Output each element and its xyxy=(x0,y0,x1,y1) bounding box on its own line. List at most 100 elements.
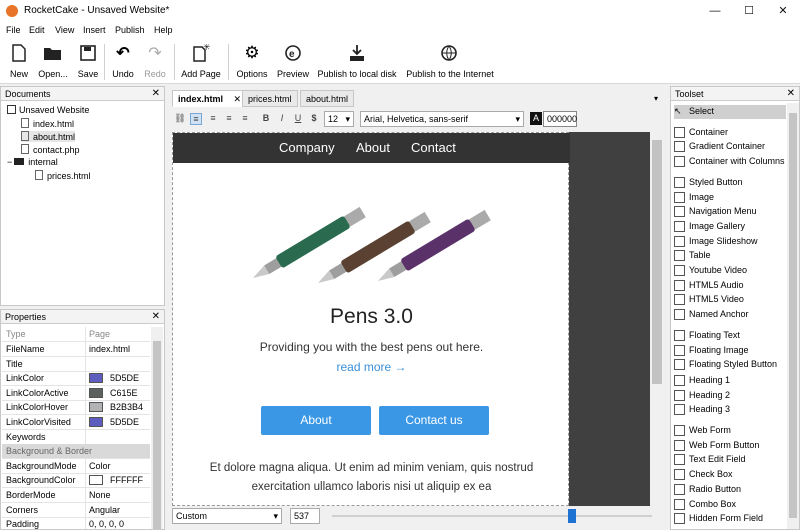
tab-list-icon[interactable]: ▾ xyxy=(654,94,658,103)
text-color-value[interactable]: 000000 xyxy=(543,111,577,127)
maximize-icon[interactable]: ☐ xyxy=(732,0,766,22)
color-swatch[interactable] xyxy=(89,402,103,413)
properties-scrollbar[interactable] xyxy=(151,327,163,529)
property-row[interactable]: BorderMode None xyxy=(2,488,150,503)
add-page-button[interactable]: ✳ Add Page xyxy=(180,42,222,82)
menu-insert[interactable]: Insert xyxy=(83,25,106,35)
tool-label: Image Slideshow xyxy=(689,235,758,246)
design-canvas[interactable]: Company About Contact Pens 3.0 Providing… xyxy=(172,132,650,506)
youtube-video-icon xyxy=(674,265,685,276)
menu-edit[interactable]: Edit xyxy=(29,25,45,35)
close-icon[interactable]: ✕ xyxy=(152,311,160,322)
property-row[interactable]: Padding 0, 0, 0, 0 xyxy=(2,517,150,530)
toolset-scrollbar[interactable] xyxy=(787,103,799,529)
property-value[interactable]: 5D5DE xyxy=(110,373,139,383)
property-row[interactable]: LinkColorHover B2B3B4 xyxy=(2,400,150,416)
color-swatch[interactable] xyxy=(89,475,103,486)
italic-icon[interactable]: I xyxy=(276,113,288,125)
property-row[interactable]: LinkColorActive C615E xyxy=(2,385,150,401)
menu-file[interactable]: File xyxy=(6,25,21,35)
canvas-scrollbar[interactable] xyxy=(650,132,664,506)
property-value[interactable]: None xyxy=(89,490,111,500)
page-preview[interactable]: Company About Contact Pens 3.0 Providing… xyxy=(172,132,570,506)
property-value[interactable]: 0, 0, 0, 0 xyxy=(89,519,124,529)
width-slider-track[interactable] xyxy=(332,515,652,517)
property-value[interactable]: index.html xyxy=(89,344,130,354)
link-icon[interactable]: ⛓ xyxy=(174,113,186,125)
color-swatch[interactable] xyxy=(89,417,103,427)
redo-button[interactable]: ↷ Redo xyxy=(142,42,168,82)
property-row[interactable]: FileName index.html xyxy=(2,342,150,357)
font-size-select[interactable]: 12 ▾ xyxy=(324,111,354,127)
body-paragraph[interactable]: Et dolore magna aliqua. Ut enim ad minim… xyxy=(193,459,550,497)
property-value[interactable]: B2B3B4 xyxy=(110,402,143,412)
menu-publish[interactable]: Publish xyxy=(115,25,145,35)
nav-link-contact[interactable]: Contact xyxy=(411,140,456,155)
tree-item-page[interactable]: about.html xyxy=(21,131,76,142)
property-row[interactable]: Title xyxy=(2,356,150,372)
save-button[interactable]: Save xyxy=(76,42,100,82)
color-swatch[interactable] xyxy=(89,373,103,384)
align-left-icon[interactable]: ≡ xyxy=(190,113,202,125)
property-row[interactable]: LinkColorVisited 5D5DE xyxy=(2,415,150,430)
toolbar-separator xyxy=(228,44,229,80)
nav-link-company[interactable]: Company xyxy=(279,140,335,155)
tree-item-page[interactable]: prices.html xyxy=(35,170,91,181)
publish-local-button[interactable]: Publish to local disk xyxy=(316,42,398,82)
property-key: Padding xyxy=(6,519,40,530)
tab-index[interactable]: index.html ✕ xyxy=(172,90,248,107)
nav-link-about[interactable]: About xyxy=(356,140,390,155)
property-value[interactable]: Angular xyxy=(89,505,120,515)
publish-internet-button[interactable]: Publish to the Internet xyxy=(404,42,496,82)
preview-button[interactable]: e Preview xyxy=(276,42,310,82)
about-button[interactable]: About xyxy=(261,406,371,435)
width-slider-handle[interactable] xyxy=(568,509,576,523)
view-mode-select[interactable]: Custom ▾ xyxy=(172,508,282,524)
close-icon[interactable]: ✕ xyxy=(787,88,795,99)
expand-toggle-icon[interactable]: − xyxy=(7,157,12,167)
menu-help[interactable]: Help xyxy=(154,25,173,35)
read-more-link[interactable]: read more → xyxy=(173,360,570,374)
close-icon[interactable]: ✕ xyxy=(766,0,800,22)
font-family-select[interactable]: Arial, Helvetica, sans-serif ▾ xyxy=(360,111,524,127)
pens-image[interactable] xyxy=(243,193,503,288)
property-value[interactable]: Color xyxy=(89,461,111,471)
align-right-icon[interactable]: ≡ xyxy=(223,113,235,125)
contact-us-button[interactable]: Contact us xyxy=(379,406,489,435)
text-color-swatch[interactable]: A xyxy=(530,112,542,125)
hero-subtitle[interactable]: Providing you with the best pens out her… xyxy=(173,340,570,354)
tree-item-page[interactable]: contact.php xyxy=(21,144,80,155)
open-button[interactable]: Open... xyxy=(36,42,70,82)
tree-item-root[interactable]: Unsaved Website xyxy=(7,105,89,115)
tree-item-folder[interactable]: − internal xyxy=(7,157,58,167)
tab-prices[interactable]: prices.html xyxy=(242,90,298,107)
undo-button[interactable]: ↶ Undo xyxy=(110,42,136,82)
property-value[interactable]: 5D5DE xyxy=(110,417,139,427)
tab-about[interactable]: about.html xyxy=(300,90,355,107)
hero-title[interactable]: Pens 3.0 xyxy=(173,305,570,329)
underline-icon[interactable]: U xyxy=(292,113,304,125)
align-center-icon[interactable]: ≡ xyxy=(207,113,219,125)
align-justify-icon[interactable]: ≡ xyxy=(239,113,251,125)
property-value[interactable]: C615E xyxy=(110,388,138,398)
property-row[interactable]: LinkColor 5D5DE xyxy=(2,371,150,387)
property-value[interactable]: FFFFFF xyxy=(110,475,143,485)
property-row[interactable]: Corners Angular xyxy=(2,502,150,518)
property-row[interactable]: BackgroundColor FFFFFF xyxy=(2,473,150,489)
minimize-icon[interactable]: — xyxy=(698,0,732,22)
tree-item-page[interactable]: index.html xyxy=(21,118,74,129)
tool-select[interactable]: ↖ Select xyxy=(674,105,786,119)
color-swatch[interactable] xyxy=(89,387,103,398)
property-header-row: Type Page xyxy=(2,327,150,342)
menu-view[interactable]: View xyxy=(55,25,74,35)
property-row[interactable]: Keywords xyxy=(2,429,150,445)
bold-icon[interactable]: B xyxy=(260,113,272,125)
page-width-field[interactable]: 537 xyxy=(290,508,320,524)
options-button[interactable]: ⚙ Options xyxy=(234,42,270,82)
site-navigation-bar[interactable]: Company About Contact xyxy=(173,133,570,163)
property-row[interactable]: BackgroundMode Color xyxy=(2,458,150,474)
close-icon[interactable]: ✕ xyxy=(152,88,160,99)
currency-icon[interactable]: $ xyxy=(308,113,320,125)
close-tab-icon[interactable]: ✕ xyxy=(234,94,242,104)
new-button[interactable]: New xyxy=(6,42,32,82)
